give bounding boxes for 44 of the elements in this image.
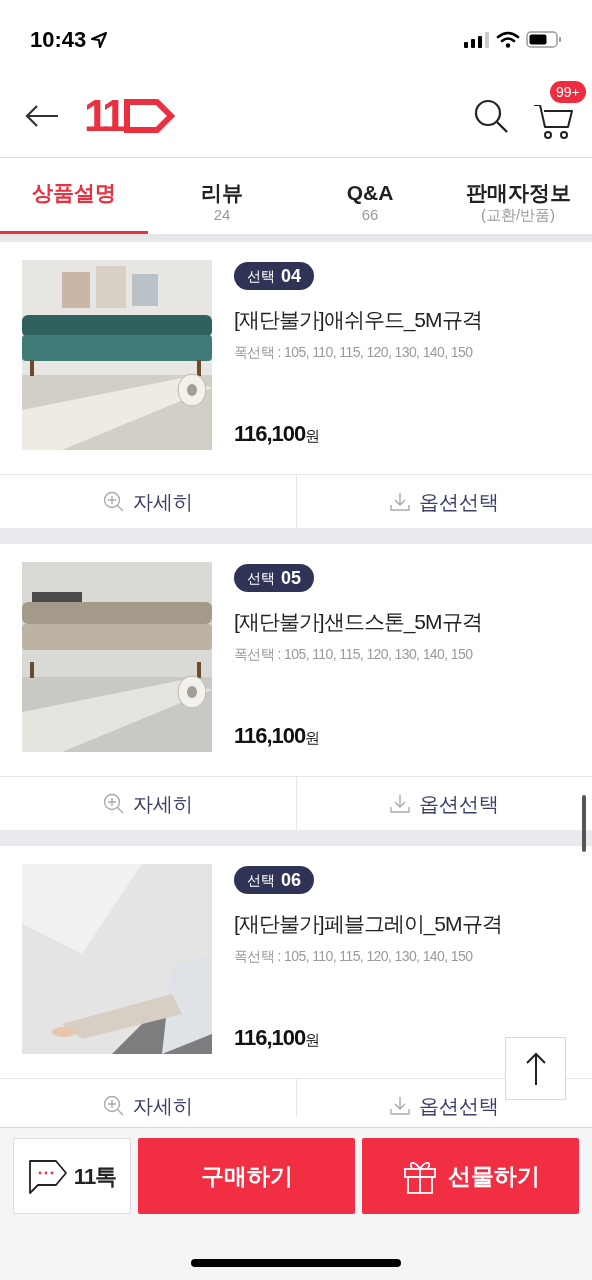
price: 116,100원 (234, 420, 322, 448)
product-title: [재단불가]애쉬우드_5M규격 (234, 307, 482, 334)
tab[interactable]: 판매자정보 (교환/반품) (444, 158, 592, 234)
tab[interactable]: Q&A 66 (296, 158, 444, 234)
option-select-button[interactable]: 옵션선택 (296, 1079, 592, 1117)
cart-count-badge: 99+ (550, 81, 586, 103)
back-arrow-icon[interactable] (24, 104, 60, 128)
tab[interactable]: 상품설명 (0, 158, 148, 234)
search-icon[interactable] (472, 97, 510, 135)
zoom-in-icon (102, 792, 125, 815)
gift-button[interactable]: 선물하기 (362, 1138, 579, 1214)
chat-button[interactable]: 11톡 (13, 1138, 131, 1214)
option-select-button[interactable]: 옵션선택 (296, 777, 592, 830)
details-button[interactable]: 자세히 (0, 475, 297, 528)
battery-icon (526, 31, 562, 48)
width-options: 폭선택 : 105, 110, 115, 120, 130, 140, 150 (234, 341, 482, 363)
download-icon (389, 792, 412, 815)
scrollbar (582, 795, 586, 852)
option-number-badge: 선택 05 (234, 564, 315, 592)
buy-button[interactable]: 구매하기 (138, 1138, 355, 1214)
width-options: 폭선택 : 105, 110, 115, 120, 130, 140, 150 (234, 643, 482, 665)
option-number-badge: 선택 04 (234, 262, 315, 290)
status-time: 10:43 (30, 26, 87, 54)
zoom-in-icon (102, 1094, 125, 1117)
product-title: [재단불가]페블그레이_5M규격 (234, 911, 502, 938)
wifi-icon (496, 31, 520, 48)
up-arrow-icon (524, 1050, 547, 1087)
price: 116,100원 (234, 722, 322, 750)
logo[interactable]: 11 (84, 94, 175, 138)
price: 116,100원 (234, 1024, 322, 1052)
option-select-button[interactable]: 옵션선택 (296, 475, 592, 528)
cart-icon[interactable] (532, 105, 574, 141)
product-title: [재단불가]샌드스톤_5M규격 (234, 609, 482, 636)
details-button[interactable]: 자세히 (0, 777, 297, 830)
download-icon (389, 490, 412, 513)
zoom-in-icon (102, 490, 125, 513)
tab[interactable]: 리뷰 24 (148, 158, 296, 234)
scroll-to-top-button[interactable] (505, 1037, 566, 1100)
option-number-badge: 선택 06 (234, 866, 315, 894)
chat-bubble-icon (27, 1157, 68, 1195)
location-arrow-icon (90, 30, 109, 49)
width-options: 폭선택 : 105, 110, 115, 120, 130, 140, 150 (234, 945, 502, 967)
signal-icon (464, 31, 490, 48)
download-icon (389, 1094, 412, 1117)
